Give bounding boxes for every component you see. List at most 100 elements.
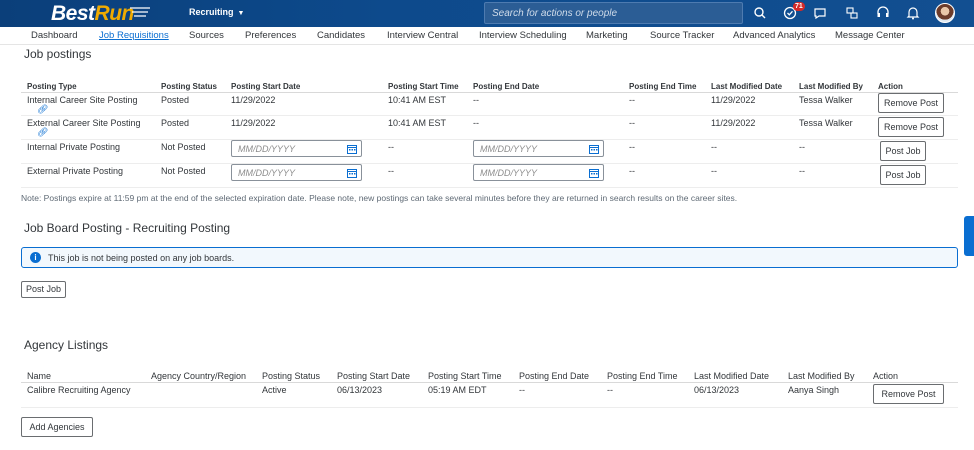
column-header: Posting Status — [262, 371, 321, 381]
side-panel-handle[interactable] — [964, 216, 974, 256]
column-header: Action — [873, 371, 899, 381]
column-header: Posting Start Time — [428, 371, 502, 381]
feedback-icon[interactable] — [812, 5, 828, 21]
tab-interview-scheduling[interactable]: Interview Scheduling — [479, 30, 567, 41]
posting-start-time: 10:41 AM EST — [388, 118, 447, 128]
last-modified-date: 11/29/2022 — [711, 95, 756, 105]
remove-post-button[interactable]: Remove Post — [878, 93, 944, 113]
tab-interview-central[interactable]: Interview Central — [387, 30, 458, 41]
user-avatar[interactable] — [935, 3, 955, 23]
column-header: Posting End Time — [629, 82, 697, 91]
row-divider — [21, 115, 958, 116]
posting-end-date: -- — [473, 118, 479, 128]
column-header: Agency Country/Region — [151, 371, 247, 381]
logo-text-main: Best — [51, 2, 95, 25]
posting-end-date-input[interactable]: MM/DD/YYYY — [473, 164, 604, 181]
row-divider — [21, 187, 958, 188]
posting-type: Internal Private Posting — [27, 142, 121, 152]
posting-end-date: -- — [473, 95, 479, 105]
calendar-icon[interactable] — [347, 168, 357, 178]
column-header: Posting Status — [161, 82, 218, 91]
help-icon[interactable] — [875, 5, 891, 21]
search-icon[interactable] — [752, 5, 768, 21]
module-switcher[interactable]: Recruiting ▼ — [189, 7, 244, 17]
link-icon[interactable]: 🔗︎ — [37, 104, 48, 115]
posting-status: Posted — [161, 95, 190, 105]
last-modified-by: -- — [799, 142, 805, 152]
tab-dashboard[interactable]: Dashboard — [31, 30, 77, 41]
tab-advanced-analytics[interactable]: Advanced Analytics — [733, 30, 815, 41]
module-tab-bar: Dashboard Job Requisitions Sources Prefe… — [0, 27, 974, 45]
add-agencies-button[interactable]: Add Agencies — [21, 417, 93, 437]
logo-swoosh-icon — [130, 7, 150, 17]
agency-remove-post-button[interactable]: Remove Post — [873, 384, 944, 404]
posting-start-date-input[interactable]: MM/DD/YYYY — [231, 140, 362, 157]
agency-status: Active — [262, 385, 287, 395]
last-modified-by: Tessa Walker — [799, 118, 853, 128]
column-header: Last Modified Date — [694, 371, 770, 381]
calendar-icon[interactable] — [589, 144, 599, 154]
agency-start-date: 06/13/2023 — [337, 385, 383, 395]
calendar-icon[interactable] — [347, 144, 357, 154]
last-modified-by: Tessa Walker — [799, 95, 853, 105]
date-placeholder: MM/DD/YYYY — [480, 144, 538, 154]
tab-source-tracker[interactable]: Source Tracker — [650, 30, 714, 41]
column-header: Last Modified By — [799, 82, 864, 91]
link-icon[interactable]: 🔗︎ — [37, 127, 48, 138]
last-modified-date: -- — [711, 166, 717, 176]
calendar-icon[interactable] — [589, 168, 599, 178]
global-search-input[interactable]: Search for actions or people — [484, 2, 743, 24]
date-placeholder: MM/DD/YYYY — [238, 144, 296, 154]
posting-start-time: -- — [388, 142, 394, 152]
org-chart-icon[interactable] — [844, 5, 860, 21]
column-header: Posting End Date — [519, 371, 590, 381]
date-placeholder: MM/DD/YYYY — [480, 168, 538, 178]
shell-bar: BestRun Recruiting ▼ Search for actions o… — [0, 0, 974, 27]
column-header: Posting End Date — [473, 82, 540, 91]
search-placeholder: Search for actions or people — [492, 8, 618, 19]
agency-end-date: -- — [519, 385, 525, 395]
posting-status: Not Posted — [161, 142, 206, 152]
posting-end-time: -- — [629, 118, 635, 128]
remove-post-button[interactable]: Remove Post — [878, 117, 944, 137]
tab-marketing[interactable]: Marketing — [586, 30, 628, 41]
job-board-post-job-button[interactable]: Post Job — [21, 281, 66, 298]
posting-end-time: -- — [629, 142, 635, 152]
tab-candidates[interactable]: Candidates — [317, 30, 365, 41]
column-header: Name — [27, 371, 52, 381]
job-postings-title: Job postings — [24, 47, 92, 61]
posting-end-date-input[interactable]: MM/DD/YYYY — [473, 140, 604, 157]
job-board-title: Job Board Posting - Recruiting Posting — [24, 221, 231, 235]
column-header: Action — [878, 82, 903, 91]
date-placeholder: MM/DD/YYYY — [238, 168, 296, 178]
posting-start-time: -- — [388, 166, 394, 176]
tab-message-center[interactable]: Message Center — [835, 30, 905, 41]
posting-status: Posted — [161, 118, 190, 128]
tab-job-requisitions[interactable]: Job Requisitions — [99, 30, 169, 41]
post-job-button[interactable]: Post Job — [880, 141, 926, 161]
agency-mod-date: 06/13/2023 — [694, 385, 740, 395]
agency-listings-title: Agency Listings — [24, 338, 109, 352]
posting-end-time: -- — [629, 166, 635, 176]
posting-start-date-input[interactable]: MM/DD/YYYY — [231, 164, 362, 181]
bestrun-logo[interactable]: BestRun — [51, 2, 134, 26]
column-header: Posting Type — [27, 82, 77, 91]
post-job-button[interactable]: Post Job — [880, 165, 926, 185]
bell-icon[interactable] — [905, 5, 921, 21]
job-board-info-strip: i This job is not being posted on any jo… — [21, 247, 958, 268]
info-icon: i — [30, 252, 41, 263]
agency-mod-by: Aanya Singh — [788, 385, 840, 395]
column-header: Posting Start Time — [388, 82, 459, 91]
expiration-note: Note: Postings expire at 11:59 pm at the… — [21, 193, 738, 203]
column-header: Posting Start Date — [337, 371, 411, 381]
logo-text-accent: Run — [94, 2, 135, 25]
tab-preferences[interactable]: Preferences — [245, 30, 296, 41]
tab-sources[interactable]: Sources — [189, 30, 224, 41]
posting-end-time: -- — [629, 95, 635, 105]
notification-badge: 71 — [793, 2, 805, 11]
agency-start-time: 05:19 AM EDT — [428, 385, 487, 395]
row-divider — [21, 407, 958, 408]
last-modified-date: 11/29/2022 — [711, 118, 756, 128]
column-header: Last Modified By — [788, 371, 855, 381]
header-divider — [21, 92, 958, 93]
